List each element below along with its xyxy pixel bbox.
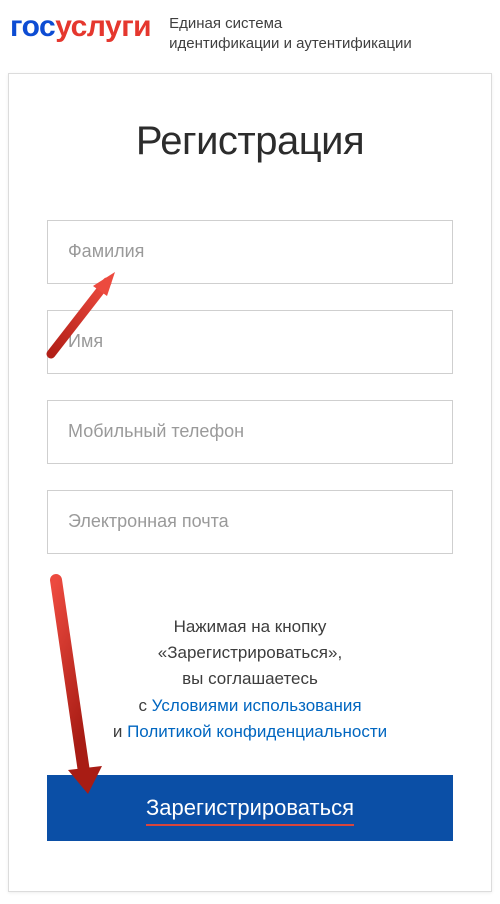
agreement-line5-prefix: и [113,722,127,741]
agreement-text: Нажимая на кнопку «Зарегистрироваться», … [47,614,453,746]
agreement-line1: Нажимая на кнопку [174,617,327,636]
header-subtitle: Единая система идентификации и аутентифи… [169,12,412,55]
registration-form [47,220,453,554]
logo: госуслуги [10,12,151,42]
logo-part1: гос [10,10,55,43]
header-subtitle-line1: Единая система [169,15,282,32]
terms-link[interactable]: Условиями использования [152,696,362,715]
agreement-line4-prefix: с [138,696,151,715]
privacy-link[interactable]: Политикой конфиденциальности [127,722,387,741]
agreement-line2: «Зарегистрироваться», [158,643,342,662]
registration-panel: Регистрация Нажимая на кнопку «Зарегистр… [8,73,492,893]
site-header: госуслуги Единая система идентификации и… [0,0,500,73]
header-subtitle-line2: идентификации и аутентификации [169,35,412,52]
page-title: Регистрация [47,120,453,162]
agreement-line3: вы соглашаетесь [182,669,318,688]
name-field[interactable] [47,310,453,374]
register-button-label: Зарегистрироваться [146,795,354,826]
logo-part2: услуги [55,10,151,43]
email-field[interactable] [47,490,453,554]
surname-field[interactable] [47,220,453,284]
phone-field[interactable] [47,400,453,464]
register-button[interactable]: Зарегистрироваться [47,775,453,841]
